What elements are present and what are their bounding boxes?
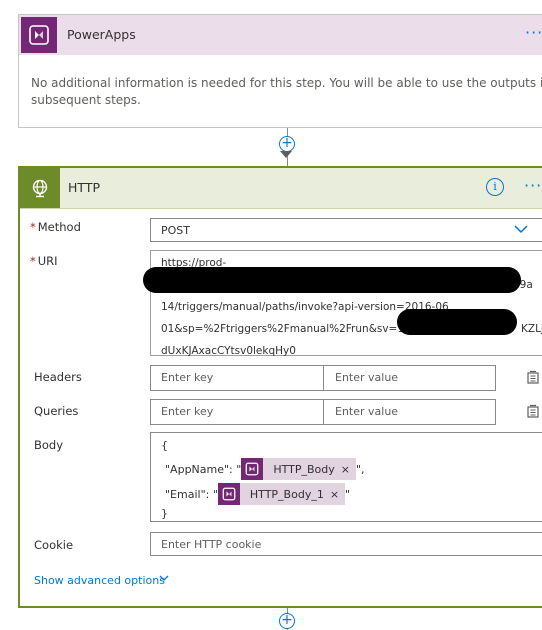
powerapps-message-line2: subsequent steps. xyxy=(31,93,141,107)
method-select[interactable]: POST xyxy=(150,218,542,242)
http-card-header[interactable]: HTTP i ··· xyxy=(20,168,542,209)
globe-icon xyxy=(20,168,60,208)
headers-value-input[interactable]: Enter value xyxy=(335,371,398,384)
remove-token-icon[interactable]: × xyxy=(330,488,339,501)
queries-label: Queries xyxy=(34,404,79,418)
divider xyxy=(323,366,324,390)
method-label-text: Method xyxy=(37,220,81,234)
uri-line-4-tail: KZLj xyxy=(521,323,542,335)
dynamic-content-token[interactable]: HTTP_Body_1 × xyxy=(217,483,346,505)
uri-line-4: 01&sp=%2Ftriggers%2Fmanual%2Frun&sv=1.0&… xyxy=(161,323,438,335)
method-label: * Method xyxy=(30,220,81,234)
powerapps-message-line1: No additional information is needed for … xyxy=(31,76,542,90)
redaction-mark xyxy=(143,267,521,293)
body-close-brace: } xyxy=(161,507,168,520)
dynamic-content-token[interactable]: HTTP_Body × xyxy=(241,458,356,480)
body-key-appname: "AppName": " xyxy=(165,462,242,476)
token-label: HTTP_Body_1 xyxy=(249,487,324,501)
method-value: POST xyxy=(161,224,190,237)
switch-to-text-mode-icon[interactable] xyxy=(526,404,540,418)
more-options-icon[interactable]: ··· xyxy=(525,23,542,42)
powerapps-card: PowerApps ··· No additional information … xyxy=(18,14,542,128)
http-card: HTTP i ··· * Method POST * URI https://pro… xyxy=(18,166,542,608)
uri-label: * URI xyxy=(30,254,58,268)
powerapps-logo-icon xyxy=(241,458,264,480)
chevron-down-icon xyxy=(514,225,528,234)
powerapps-logo-icon xyxy=(217,483,240,505)
show-advanced-options-link[interactable]: Show advanced options xyxy=(34,574,165,587)
connector-arrow-icon xyxy=(280,151,292,158)
more-options-icon[interactable]: ··· xyxy=(524,176,542,195)
cookie-label: Cookie xyxy=(34,538,74,552)
body-open-brace: { xyxy=(161,439,168,452)
divider xyxy=(323,400,324,424)
body-input[interactable]: { "AppName": " HTTP_Body × ", "Email": " xyxy=(150,432,542,522)
required-marker: * xyxy=(30,254,36,268)
body-suffix: ", xyxy=(355,462,365,476)
chevron-down-icon[interactable] xyxy=(158,572,170,584)
body-line-appname: "AppName": " HTTP_Body × ", xyxy=(165,458,365,480)
powerapps-logo-icon xyxy=(21,17,57,53)
required-marker: * xyxy=(30,220,36,234)
uri-line-5: dUxKJAxacCYtsv0lekqHy0 xyxy=(161,345,296,357)
cookie-placeholder: Enter HTTP cookie xyxy=(161,538,262,551)
remove-token-icon[interactable]: × xyxy=(341,463,350,476)
add-step-plus-icon[interactable]: + xyxy=(279,613,295,629)
queries-value-input[interactable]: Enter value xyxy=(335,405,398,418)
redaction-mark xyxy=(397,309,517,335)
body-key-email: "Email": " xyxy=(165,487,218,501)
body-line-email: "Email": " HTTP_Body_1 × " xyxy=(165,483,350,505)
headers-label: Headers xyxy=(34,370,82,384)
switch-to-text-mode-icon[interactable] xyxy=(526,370,540,384)
queries-row: Enter key Enter value xyxy=(150,399,496,425)
powerapps-message: No additional information is needed for … xyxy=(31,75,542,109)
body-label: Body xyxy=(34,438,64,452)
uri-input[interactable]: https://prod- 39a 14/triggers/manual/pat… xyxy=(143,250,542,357)
cookie-input[interactable]: Enter HTTP cookie xyxy=(150,532,542,556)
queries-key-input[interactable]: Enter key xyxy=(161,405,213,418)
powerapps-title: PowerApps xyxy=(67,27,136,42)
powerapps-card-header[interactable]: PowerApps ··· xyxy=(19,15,542,55)
headers-row: Enter key Enter value xyxy=(150,365,496,391)
token-label: HTTP_Body xyxy=(273,462,335,476)
headers-key-input[interactable]: Enter key xyxy=(161,371,213,384)
body-suffix: " xyxy=(345,487,351,501)
http-title: HTTP xyxy=(68,180,100,195)
add-step-plus-icon[interactable]: + xyxy=(279,136,295,152)
info-icon[interactable]: i xyxy=(486,178,504,196)
uri-label-text: URI xyxy=(37,254,58,268)
